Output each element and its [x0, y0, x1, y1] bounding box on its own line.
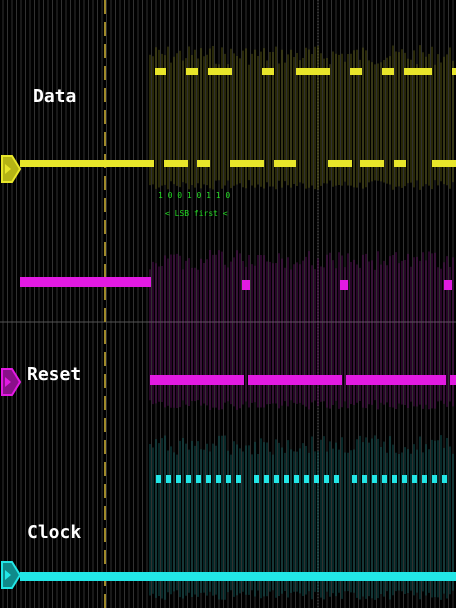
bit-order-note: < LSB first < [165, 209, 228, 218]
clock-channel-marker-icon[interactable] [0, 560, 22, 590]
scope-display[interactable]: Data Reset Clock 1 0 0 1 0 1 1 0 < LSB f… [0, 0, 456, 608]
decoded-bits: 1 0 0 1 0 1 1 0 [158, 191, 231, 200]
reset-channel-label: Reset [27, 364, 82, 385]
clock-channel-label: Clock [27, 522, 82, 543]
reset-channel-marker-icon[interactable] [0, 367, 22, 397]
data-channel-label: Data [33, 86, 77, 107]
data-channel-marker-icon[interactable] [0, 154, 22, 184]
